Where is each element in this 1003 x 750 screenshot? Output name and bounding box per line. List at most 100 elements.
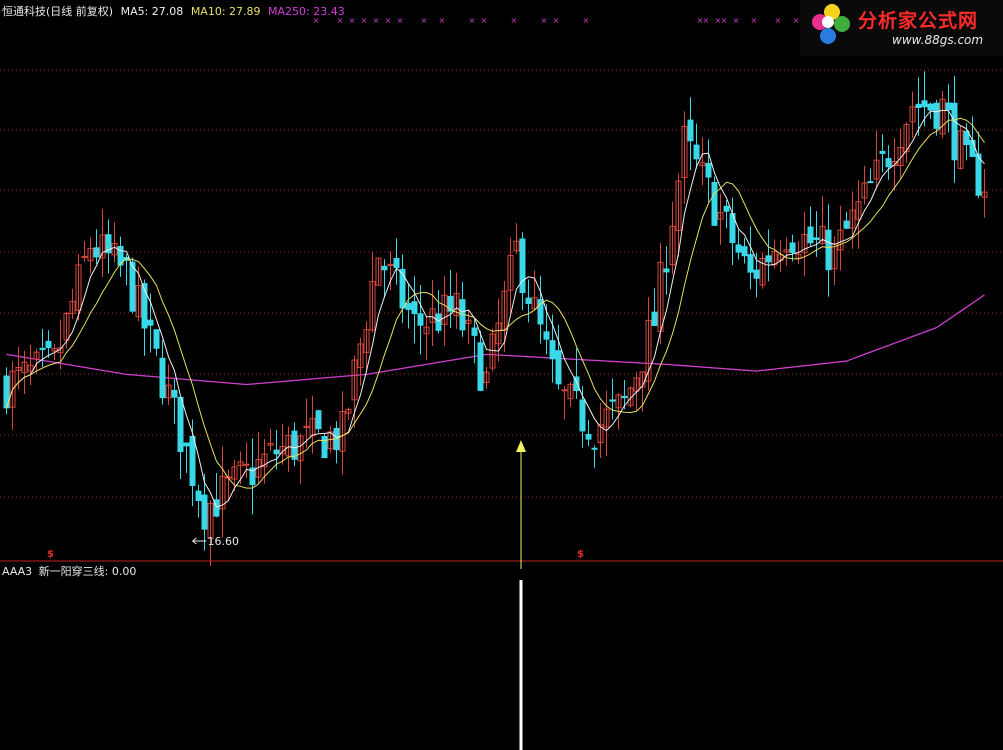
candle-body: [735, 244, 742, 253]
watermark-brand: 分析家公式网: [858, 10, 979, 32]
candle-body: [147, 319, 154, 326]
x-marker: ×: [385, 16, 392, 25]
x-marker: ×: [703, 16, 710, 25]
candle-body: [387, 263, 394, 266]
candle-body: [621, 395, 628, 399]
x-marker: ×: [361, 16, 368, 25]
candle-body: [525, 297, 532, 304]
candle-body: [585, 433, 592, 440]
candle-body: [969, 139, 976, 157]
x-marker: ×: [721, 16, 728, 25]
candle-body: [867, 181, 874, 184]
low-price-label: 16.60: [208, 535, 240, 548]
candle-body: [447, 295, 454, 312]
signal-arrow-icon: [516, 440, 526, 452]
candle-body: [153, 329, 160, 349]
candle-body: [381, 265, 388, 271]
candle-body: [39, 347, 46, 351]
chart-canvas[interactable]: ×××××××××××××××××××××××××××× 16.60$$: [0, 0, 1003, 750]
candle-body: [555, 350, 562, 385]
candle-body: [471, 327, 478, 336]
indicator-spike: [519, 580, 523, 750]
x-marker: ×: [583, 16, 590, 25]
candle-body: [183, 442, 190, 447]
indicator-value: 新一阳穿三线: 0.00: [38, 565, 137, 578]
signal-x-markers: ××××××××××××××××××××××××××××: [313, 16, 860, 25]
candle-body: [417, 313, 424, 326]
candle-body: [747, 254, 754, 273]
candle-body: [273, 449, 280, 455]
dollar-marker: $: [47, 549, 54, 560]
candle-body: [519, 238, 526, 294]
candle-body: [549, 340, 556, 360]
candle-body: [201, 494, 208, 530]
candle-body: [693, 144, 700, 160]
candle-body: [177, 396, 184, 453]
candle-body: [723, 205, 730, 212]
candle-body: [81, 255, 88, 258]
candle-body: [687, 119, 694, 142]
candle-body: [405, 303, 412, 310]
candlestick-series[interactable]: [3, 71, 988, 567]
dollar-marker: $: [577, 549, 584, 560]
x-marker: ×: [541, 16, 548, 25]
candle-body: [663, 268, 670, 273]
stock-title: 恒通科技(日线 前复权): [2, 5, 114, 18]
watermark-logo: 分析家公式网 www.88gs.com: [800, 0, 1003, 56]
candle-body: [915, 103, 922, 108]
candle-body: [843, 220, 850, 229]
ma5-readout: MA5: 27.08: [120, 5, 184, 18]
watermark-url: www.88gs.com: [892, 33, 984, 47]
x-marker: ×: [775, 16, 782, 25]
moving-average-lines: [6, 109, 985, 508]
x-marker: ×: [553, 16, 560, 25]
x-marker: ×: [733, 16, 740, 25]
candle-body: [921, 100, 928, 108]
x-marker: ×: [397, 16, 404, 25]
candle-body: [591, 447, 598, 450]
candle-body: [789, 242, 796, 253]
x-marker: ×: [421, 16, 428, 25]
indicator-name: AAA3: [2, 565, 33, 578]
candle-body: [543, 331, 550, 340]
indicator-panel[interactable]: [519, 580, 523, 750]
x-marker: ×: [373, 16, 380, 25]
ma250-readout: MA250: 23.43: [268, 5, 345, 18]
ma10-readout: MA10: 27.89: [190, 5, 261, 18]
annotations: 16.60 $ $: [47, 440, 584, 569]
candle-body: [93, 247, 100, 258]
candle-body: [435, 313, 442, 331]
candle-body: [651, 311, 658, 327]
x-marker: ×: [469, 16, 476, 25]
ma10-line: [6, 117, 985, 489]
candle-body: [711, 181, 718, 226]
candle-body: [171, 389, 178, 398]
candle-body: [927, 103, 934, 111]
candle-body: [705, 162, 712, 178]
candle-body: [195, 490, 202, 501]
candle-body: [825, 229, 832, 271]
candle-body: [963, 130, 970, 146]
candle-body: [753, 269, 760, 279]
x-marker: ×: [751, 16, 758, 25]
x-marker: ×: [439, 16, 446, 25]
candle-body: [813, 237, 820, 240]
candle-body: [609, 399, 616, 402]
candle-body: [477, 342, 484, 391]
candle-body: [189, 435, 196, 487]
candle-body: [975, 153, 982, 196]
candle-body: [933, 102, 940, 129]
candle-body: [579, 399, 586, 432]
x-marker: ×: [349, 16, 356, 25]
x-marker: ×: [511, 16, 518, 25]
indicator-header: AAA3 新一阳穿三线: 0.00: [2, 563, 136, 579]
candle-body: [399, 268, 406, 309]
x-marker: ×: [793, 16, 800, 25]
candle-body: [45, 340, 52, 349]
candle-body: [945, 102, 952, 111]
candle-body: [411, 301, 418, 315]
candle-body: [159, 357, 166, 399]
candle-body: [243, 463, 250, 466]
candle-body: [807, 226, 814, 244]
candle-body: [315, 410, 322, 430]
